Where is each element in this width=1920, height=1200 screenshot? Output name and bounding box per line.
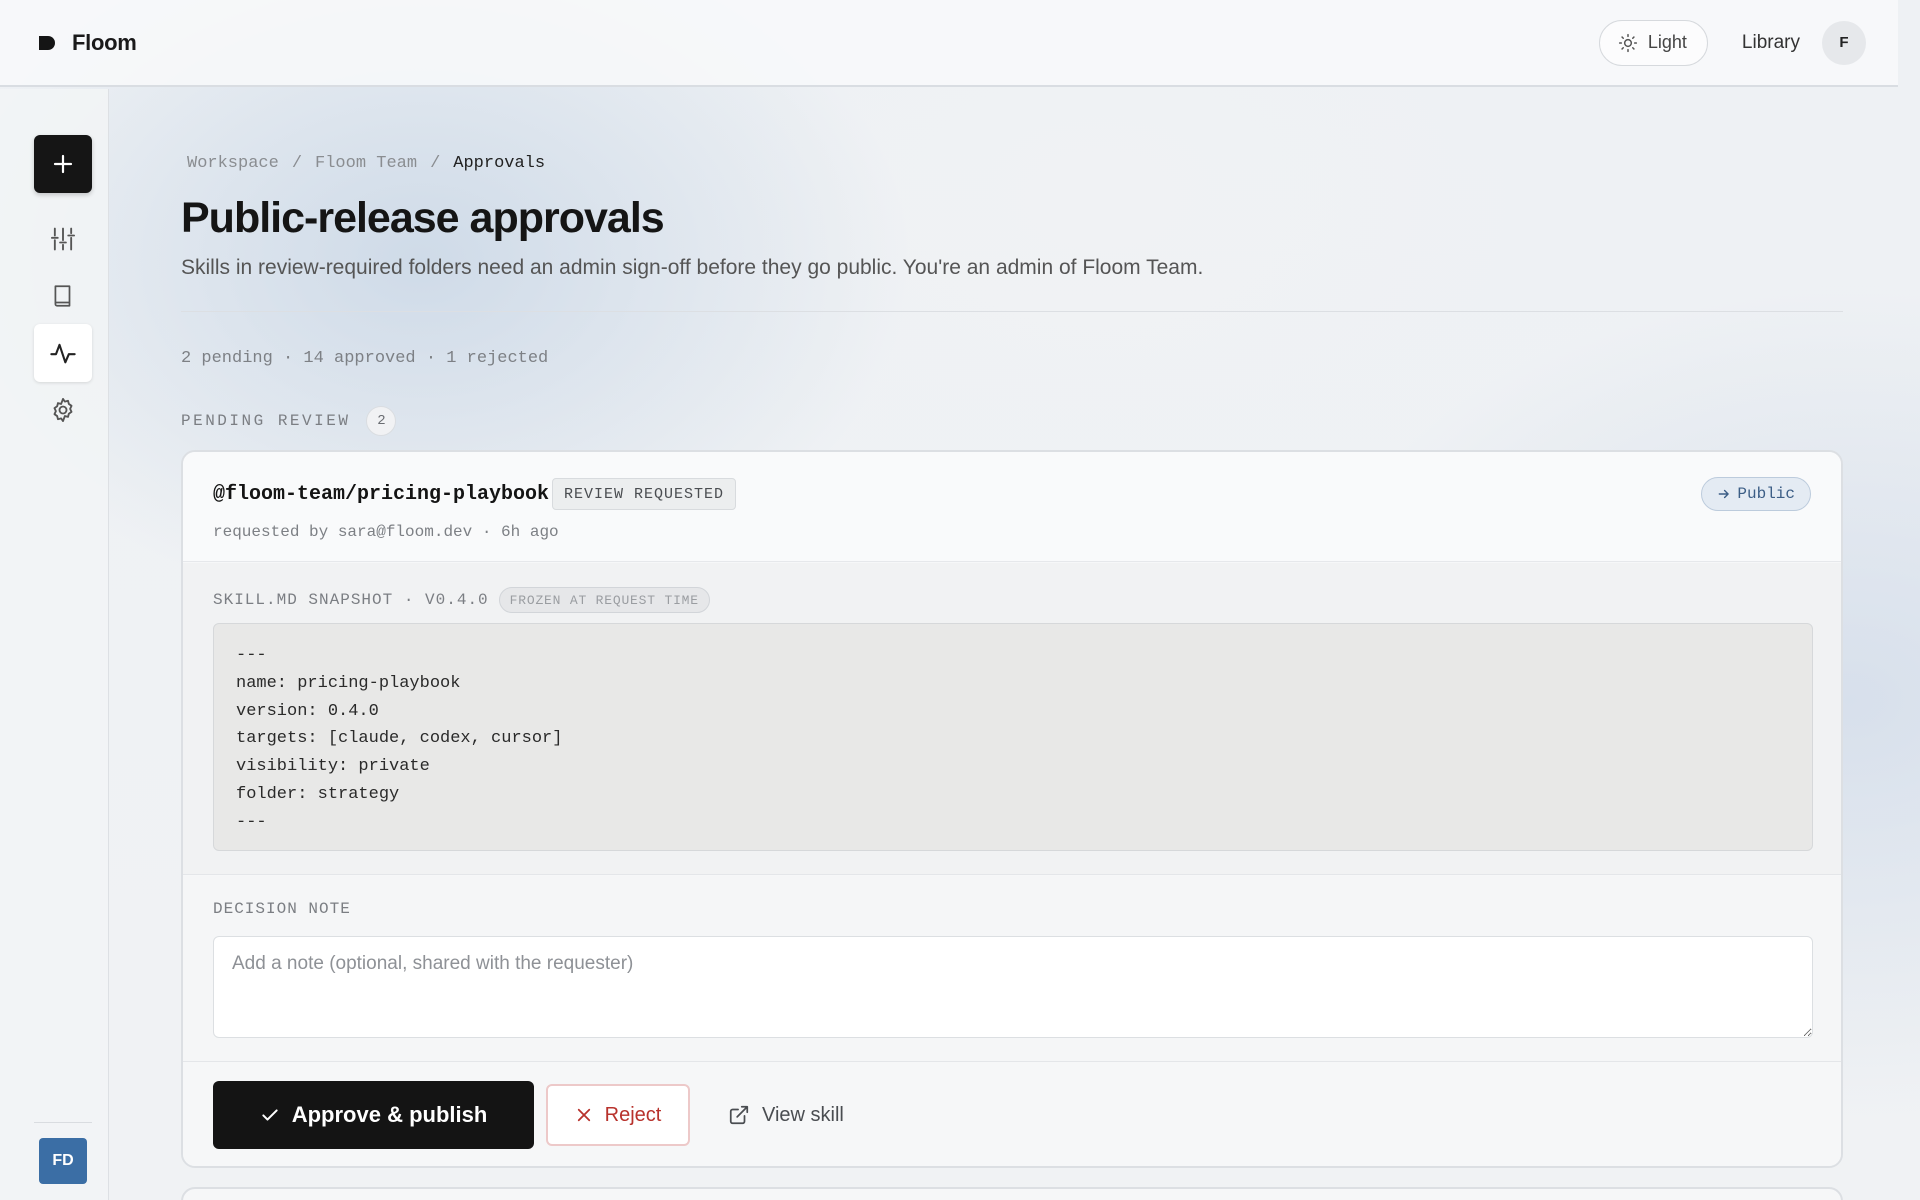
- book-icon: [54, 285, 71, 307]
- rail-item-library[interactable]: [34, 267, 92, 325]
- approval-stats: 2 pending · 14 approved · 1 rejected: [181, 349, 549, 368]
- snapshot-label: SKILL.MD SNAPSHOT · V0.4.0: [213, 591, 489, 609]
- theme-label: Light: [1647, 32, 1687, 52]
- new-skill-button[interactable]: [34, 135, 92, 193]
- decision-note-section: DECISION NOTE: [183, 876, 1841, 1062]
- approval-request-card: @floom-team/pricing-playbook REVIEW REQU…: [181, 450, 1843, 1168]
- app-name: Floom: [72, 29, 137, 55]
- workspace-avatar[interactable]: FD: [39, 1138, 87, 1184]
- snapshot-code-block: --- name: pricing-playbook version: 0.4.…: [213, 623, 1813, 851]
- approve-publish-button[interactable]: Approve & publish: [213, 1081, 534, 1149]
- header-divider: [181, 311, 1843, 312]
- top-bar: Floom Light Library F: [0, 0, 1898, 87]
- sun-icon: [1618, 33, 1637, 52]
- status-badge: REVIEW REQUESTED: [552, 478, 737, 510]
- page-title: Public-release approvals: [181, 194, 665, 242]
- code-line: visibility: private: [236, 757, 430, 777]
- arrow-right-icon: [1719, 489, 1730, 499]
- gear-icon: [53, 397, 73, 423]
- x-icon: [577, 1108, 590, 1122]
- snapshot-header: SKILL.MD SNAPSHOT · V0.4.0 FROZEN AT REQ…: [213, 587, 710, 613]
- requested-by: requested by sara@floom.dev · 6h ago: [213, 523, 559, 541]
- view-skill-label: View skill: [762, 1103, 844, 1126]
- next-request-card: [181, 1187, 1843, 1200]
- floom-logo-icon: [39, 35, 55, 50]
- request-header: @floom-team/pricing-playbook REVIEW REQU…: [183, 452, 1841, 562]
- reject-label: Reject: [604, 1103, 662, 1126]
- rail-divider: [34, 1122, 92, 1123]
- frozen-badge: FROZEN AT REQUEST TIME: [498, 587, 710, 613]
- code-line: folder: strategy: [236, 784, 400, 804]
- external-link-icon: [729, 1105, 749, 1125]
- skill-name[interactable]: @floom-team/pricing-playbook: [213, 483, 549, 506]
- pending-review-header: PENDING REVIEW 2: [181, 406, 397, 436]
- library-link[interactable]: Library: [1742, 32, 1800, 54]
- rail-item-filters[interactable]: [34, 210, 92, 268]
- user-avatar[interactable]: F: [1822, 20, 1866, 65]
- breadcrumb-separator: /: [430, 154, 441, 173]
- breadcrumb: Workspace / Floom Team / Approvals: [187, 154, 545, 173]
- section-label: PENDING REVIEW: [181, 412, 351, 430]
- code-line: name: pricing-playbook: [236, 673, 461, 693]
- target-visibility-badge: Public: [1701, 477, 1811, 511]
- brand[interactable]: Floom: [38, 30, 137, 56]
- check-icon: [262, 1109, 278, 1121]
- snapshot-section: SKILL.MD SNAPSHOT · V0.4.0 FROZEN AT REQ…: [183, 563, 1841, 875]
- sliders-icon: [50, 227, 76, 251]
- theme-toggle-button[interactable]: Light: [1598, 19, 1708, 66]
- breadcrumb-team[interactable]: Floom Team: [315, 154, 417, 173]
- top-bar-actions: Light Library F: [1598, 19, 1866, 66]
- page-subtitle: Skills in review-required folders need a…: [181, 256, 1204, 279]
- decision-note-input[interactable]: [213, 936, 1813, 1038]
- view-skill-link[interactable]: View skill: [728, 1084, 844, 1146]
- pending-count-badge: 2: [366, 406, 397, 436]
- code-line: ---: [236, 812, 267, 832]
- rail-item-activity[interactable]: [34, 324, 92, 382]
- reject-button[interactable]: Reject: [546, 1084, 690, 1146]
- request-actions: Approve & publish Reject View skill: [183, 1063, 1841, 1166]
- decision-note-label: DECISION NOTE: [213, 900, 351, 918]
- breadcrumb-workspace[interactable]: Workspace: [187, 154, 279, 173]
- activity-icon: [50, 343, 76, 364]
- code-line: ---: [236, 646, 267, 665]
- breadcrumb-current: Approvals: [453, 154, 546, 173]
- rail-item-settings[interactable]: [34, 381, 92, 439]
- code-line: version: 0.4.0: [236, 701, 379, 721]
- breadcrumb-separator: /: [291, 154, 303, 173]
- side-rail: FD: [0, 89, 109, 1200]
- plus-icon: [53, 154, 73, 174]
- target-label: Public: [1737, 485, 1795, 503]
- code-line: targets: [claude, codex, cursor]: [236, 729, 563, 749]
- approve-label: Approve & publish: [291, 1102, 488, 1127]
